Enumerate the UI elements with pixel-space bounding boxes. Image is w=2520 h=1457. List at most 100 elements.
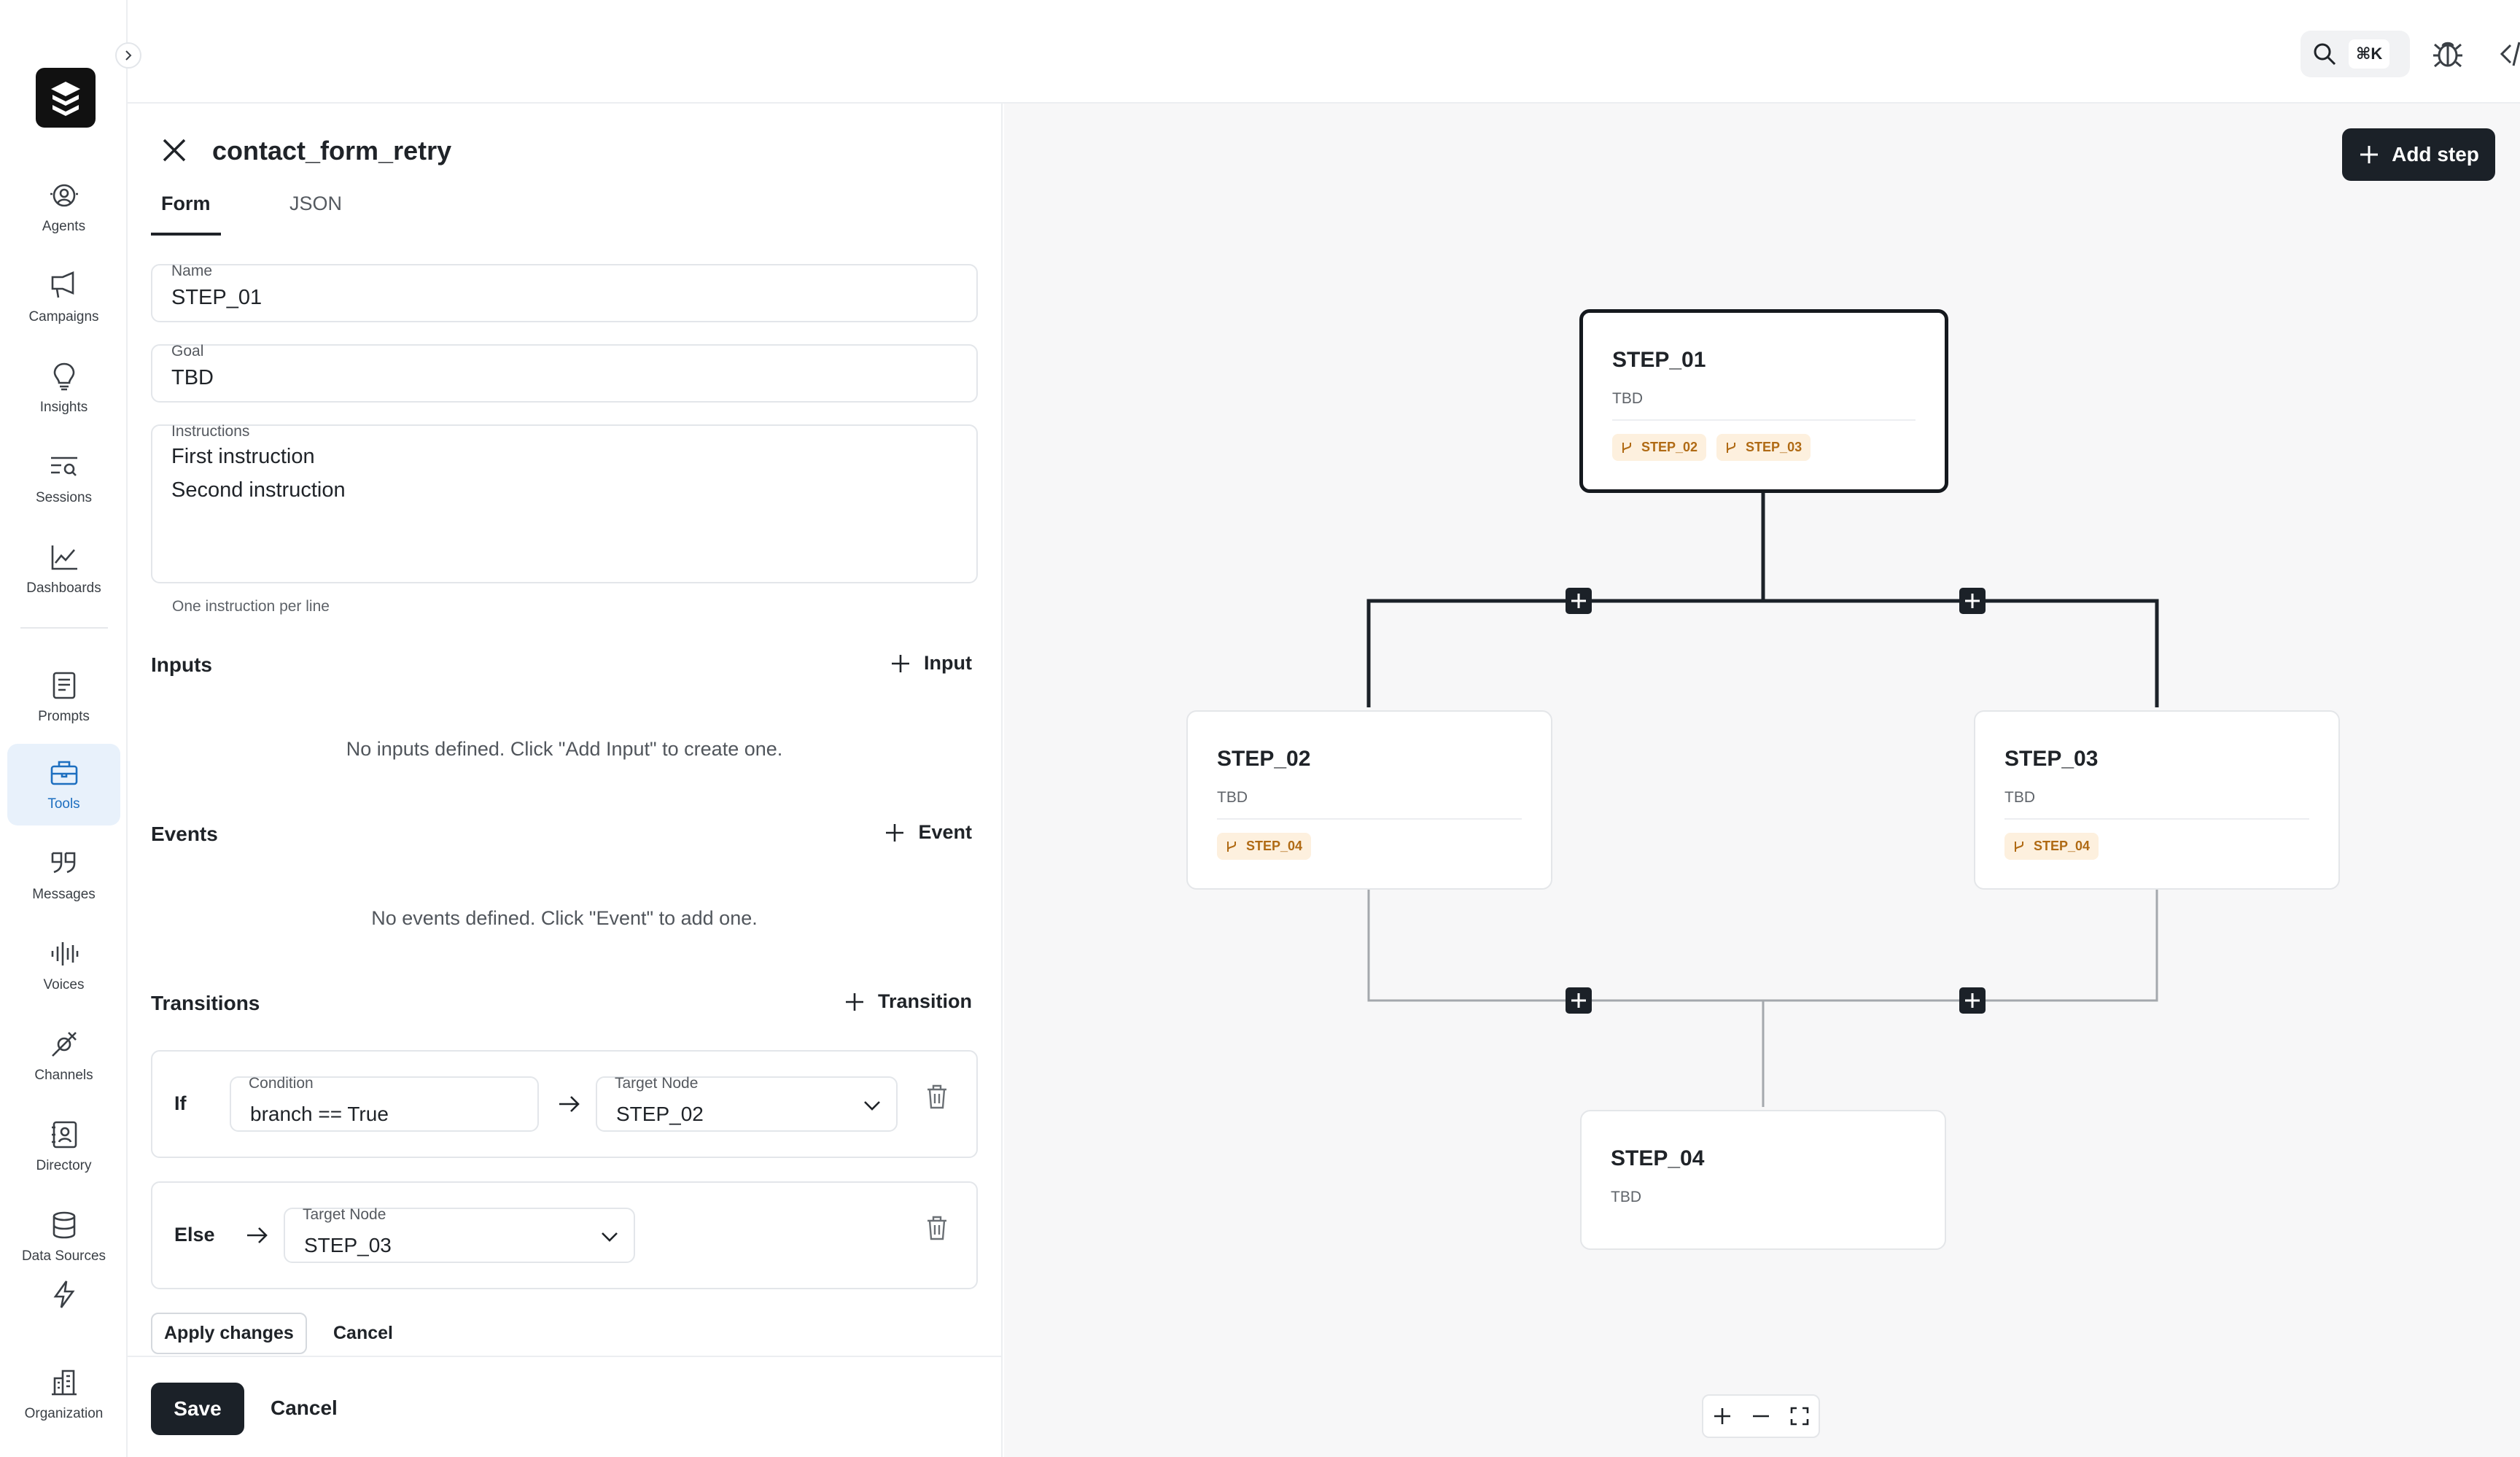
add-transition-label: Transition	[877, 990, 972, 1012]
apply-changes-button[interactable]: Apply changes	[151, 1313, 307, 1354]
nav-label: Directory	[36, 1158, 92, 1173]
nav-item-prompts[interactable]: Prompts	[7, 656, 120, 738]
nav-label: Messages	[32, 887, 96, 902]
logo-icon	[51, 82, 80, 116]
agents-icon	[48, 179, 80, 211]
nav-item-agents[interactable]: Agents	[7, 166, 120, 248]
search-icon	[2314, 43, 2336, 66]
close-icon[interactable]	[160, 136, 189, 165]
edge-add-button	[1959, 588, 1986, 614]
plus-icon	[1714, 1408, 1731, 1424]
instructions-helper: One instruction per line	[172, 598, 330, 615]
chevron-right-icon	[125, 50, 132, 61]
chip-label: STEP_03	[1746, 440, 1802, 454]
target-node-select[interactable]: Target Node STEP_02	[596, 1075, 898, 1132]
goal-field[interactable]: Goal TBD	[151, 343, 978, 403]
condition-label: Condition	[249, 1075, 314, 1092]
flow-node-step-02[interactable]: STEP_02 TBD STEP_04	[1186, 710, 1552, 890]
node-divider	[2004, 818, 2309, 820]
cancel-changes-button[interactable]: Cancel	[333, 1323, 393, 1344]
rail-expand-button[interactable]	[115, 42, 141, 69]
code-button[interactable]	[2497, 35, 2520, 73]
nav-item-data-sources[interactable]: Data Sources	[7, 1196, 120, 1278]
zoom-out-button[interactable]	[1742, 1396, 1781, 1437]
trash-icon[interactable]	[925, 1084, 949, 1110]
transition-if-card: If Condition branch == True Target Node …	[151, 1050, 978, 1158]
nav-item-messages[interactable]: Messages	[7, 834, 120, 916]
nav-item-insights[interactable]: Insights	[7, 347, 120, 429]
nav-item-channels[interactable]: Channels	[7, 1015, 120, 1097]
tools-icon	[48, 757, 80, 789]
events-empty-state: No events defined. Click "Event" to add …	[371, 907, 758, 929]
else-target-node-select[interactable]: Target Node STEP_03	[284, 1206, 635, 1263]
if-keyword: If	[174, 1092, 187, 1114]
campaigns-icon	[48, 270, 80, 302]
channels-icon	[48, 1028, 80, 1060]
nav-item-tools[interactable]: Tools	[7, 744, 120, 825]
edge-step03-step04	[1763, 890, 2158, 1002]
cancel-button[interactable]: Cancel	[271, 1396, 338, 1420]
nav-label: Prompts	[38, 709, 90, 724]
app-logo[interactable]	[36, 68, 96, 128]
nav-item-sessions[interactable]: Sessions	[7, 438, 120, 519]
else-keyword: Else	[174, 1224, 215, 1246]
add-event-button[interactable]: Event	[884, 821, 972, 844]
add-input-button[interactable]: Input	[890, 652, 972, 675]
nav-label: Insights	[39, 400, 88, 415]
directory-icon	[48, 1119, 80, 1151]
code-icon	[2500, 42, 2520, 66]
dashboards-icon	[48, 541, 80, 573]
inputs-empty-state: No inputs defined. Click "Add Input" to …	[346, 738, 783, 760]
lightning-icon	[48, 1278, 80, 1310]
flow-node-step-01[interactable]: STEP_01 TBD STEP_02 STEP_03	[1579, 309, 1948, 493]
nav-label: Agents	[42, 219, 86, 234]
flow-node-step-03[interactable]: STEP_03 TBD STEP_04	[1974, 710, 2340, 890]
goal-label: Goal	[171, 343, 204, 360]
search-button[interactable]: ⌘K	[2301, 31, 2410, 77]
add-transition-button[interactable]: Transition	[844, 990, 972, 1013]
edge-add-buttons	[1566, 588, 1986, 1014]
flow-canvas[interactable]: Add step STEP_01 TBD STEP_02 STEP_03 STE…	[1004, 104, 2520, 1457]
condition-input[interactable]: Condition branch == True	[230, 1075, 539, 1132]
fullscreen-icon	[1790, 1407, 1808, 1426]
instruction-line: First instruction	[171, 445, 315, 468]
flow-node-step-04[interactable]: STEP_04 TBD	[1580, 1110, 1946, 1250]
node-name: STEP_04	[1611, 1146, 1705, 1170]
minus-icon	[1753, 1415, 1769, 1418]
sessions-icon	[48, 451, 80, 483]
panel-title: contact_form_retry	[212, 136, 452, 166]
edge-add-button	[1566, 987, 1592, 1014]
nav-item-dashboards[interactable]: Dashboards	[7, 528, 120, 610]
transition-else-card: Else Target Node STEP_03	[151, 1181, 978, 1289]
save-button[interactable]: Save	[151, 1383, 244, 1435]
data-sources-icon	[48, 1209, 80, 1241]
plus-icon	[886, 823, 904, 842]
tab-json[interactable]: JSON	[279, 185, 352, 233]
events-heading: Events	[151, 823, 218, 845]
name-field[interactable]: Name STEP_01	[151, 263, 978, 322]
transition-chip: STEP_04	[2004, 833, 2099, 860]
nav-item-voices[interactable]: Voices	[7, 925, 120, 1006]
name-label: Name	[171, 263, 213, 279]
trash-icon[interactable]	[925, 1215, 949, 1241]
fit-view-button[interactable]	[1780, 1396, 1819, 1437]
nav-item-lightning[interactable]	[7, 1270, 120, 1326]
instructions-field[interactable]: Instructions First instruction Second in…	[151, 423, 978, 583]
node-name: STEP_02	[1217, 747, 1311, 771]
tab-form[interactable]: Form	[151, 185, 221, 236]
prompts-icon	[48, 669, 80, 702]
chevron-down-icon	[602, 1232, 618, 1242]
panel-footer: Save Cancel	[128, 1356, 1001, 1457]
transition-chip: STEP_03	[1716, 434, 1811, 461]
step-editor-panel: contact_form_retry Form JSON Name STEP_0…	[128, 104, 1003, 1457]
nav-item-campaigns[interactable]: Campaigns	[7, 257, 120, 338]
rail-divider	[20, 627, 108, 629]
transitions-heading: Transitions	[151, 992, 260, 1014]
nav-item-organization[interactable]: Organization	[7, 1353, 120, 1435]
add-event-label: Event	[918, 821, 972, 843]
debug-button[interactable]	[2429, 35, 2467, 73]
nav-item-directory[interactable]: Directory	[7, 1106, 120, 1187]
plus-icon	[892, 654, 910, 672]
zoom-in-button[interactable]	[1703, 1396, 1742, 1437]
editor-tabs: Form JSON	[151, 185, 968, 236]
